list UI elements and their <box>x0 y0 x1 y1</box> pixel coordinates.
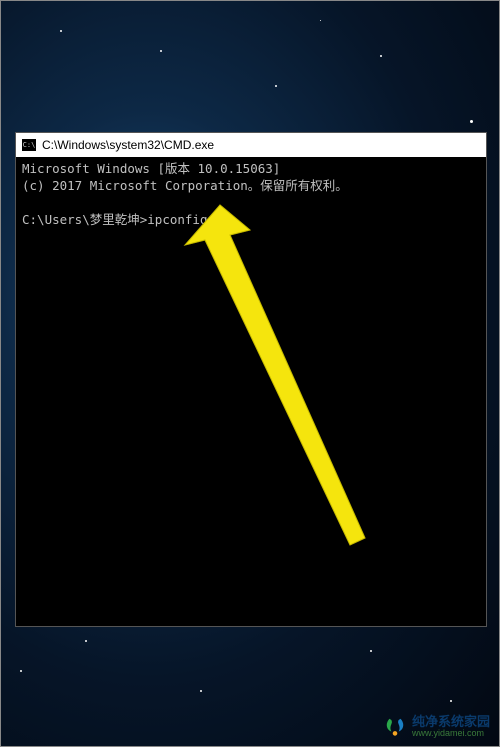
star-decoration <box>470 120 473 123</box>
star-decoration <box>20 670 22 672</box>
cmd-window[interactable]: C:\ C:\Windows\system32\CMD.exe Microsof… <box>15 132 487 627</box>
console-prompt: C:\Users\梦里乾坤> <box>22 212 147 227</box>
star-decoration <box>85 640 87 642</box>
star-decoration <box>370 650 372 652</box>
star-decoration <box>320 20 321 21</box>
watermark: 纯净系统家园 www.yidamei.com <box>384 715 490 739</box>
watermark-logo-icon <box>384 716 406 738</box>
star-decoration <box>200 690 202 692</box>
console-line-version: Microsoft Windows [版本 10.0.15063] <box>22 161 280 176</box>
window-title: C:\Windows\system32\CMD.exe <box>42 138 214 152</box>
star-decoration <box>275 85 277 87</box>
console-output[interactable]: Microsoft Windows [版本 10.0.15063] (c) 20… <box>16 157 486 233</box>
watermark-url: www.yidamei.com <box>412 729 490 739</box>
text-cursor <box>208 226 215 228</box>
star-decoration <box>160 50 162 52</box>
window-titlebar[interactable]: C:\ C:\Windows\system32\CMD.exe <box>16 133 486 157</box>
cmd-icon: C:\ <box>22 139 36 151</box>
console-command: ipconfig <box>147 212 207 227</box>
star-decoration <box>450 700 452 702</box>
star-decoration <box>380 55 382 57</box>
console-line-copyright: (c) 2017 Microsoft Corporation。保留所有权利。 <box>22 178 348 193</box>
watermark-title: 纯净系统家园 <box>412 715 490 729</box>
star-decoration <box>60 30 62 32</box>
